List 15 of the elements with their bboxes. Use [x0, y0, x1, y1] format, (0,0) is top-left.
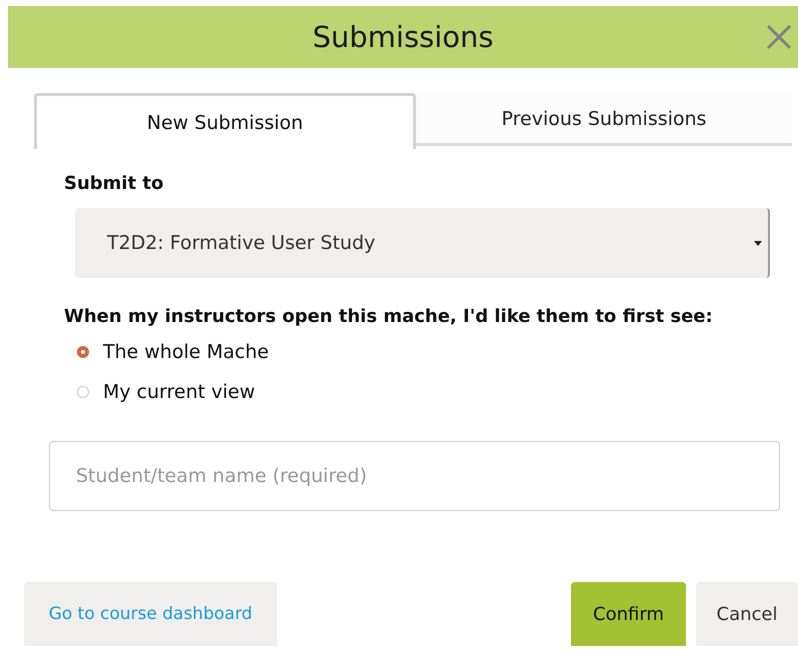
- radio-button[interactable]: [77, 346, 89, 358]
- radio-label[interactable]: The whole Mache: [103, 341, 269, 363]
- dialog-title: Submissions: [312, 20, 494, 54]
- close-icon[interactable]: [766, 24, 792, 50]
- cancel-button[interactable]: Cancel: [696, 582, 798, 646]
- question-label: When my instructors open this mache, I'd like them to first see:: [64, 306, 714, 327]
- confirm-button[interactable]: Confirm: [571, 582, 686, 646]
- dropdown-value: T2D2: Formative User Study: [107, 232, 376, 254]
- tab[interactable]: New Submission: [34, 93, 416, 149]
- name-input-field[interactable]: Student/team name (required): [49, 441, 780, 511]
- dropdown[interactable]: T2D2: Formative User Study: [75, 208, 770, 278]
- radio-label[interactable]: My current view: [103, 381, 256, 403]
- caret-icon: [754, 240, 762, 246]
- field-label: Submit to: [64, 173, 164, 194]
- radio-button[interactable]: [77, 386, 89, 398]
